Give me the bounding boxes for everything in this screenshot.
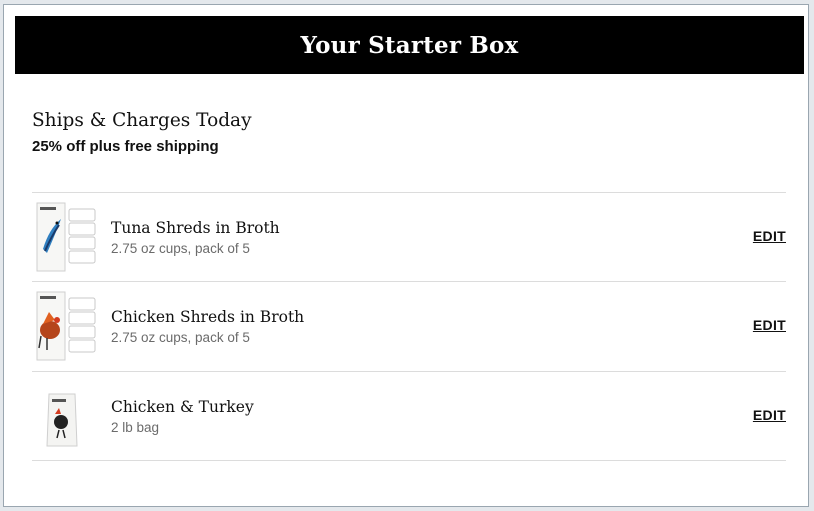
tuna-product-icon — [36, 202, 96, 272]
list-item: Chicken & Turkey 2 lb bag EDIT — [32, 372, 786, 460]
item-name: Chicken & Turkey — [111, 398, 254, 416]
page-title: Your Starter Box — [300, 31, 519, 59]
section-title: Ships & Charges Today — [32, 110, 252, 131]
item-name: Chicken Shreds in Broth — [111, 308, 305, 326]
edit-button[interactable]: EDIT — [753, 407, 786, 423]
chicken-product-icon — [36, 291, 96, 361]
item-name: Tuna Shreds in Broth — [111, 219, 280, 237]
list-item: Tuna Shreds in Broth 2.75 oz cups, pack … — [32, 193, 786, 281]
item-description: 2 lb bag — [111, 420, 160, 435]
header-bar: Your Starter Box — [15, 16, 804, 74]
item-description: 2.75 oz cups, pack of 5 — [111, 330, 250, 345]
edit-button[interactable]: EDIT — [753, 228, 786, 244]
section-subtitle: 25% off plus free shipping — [32, 138, 219, 155]
divider — [32, 460, 786, 461]
starter-box-panel: Your Starter Box Ships & Charges Today 2… — [3, 4, 809, 507]
list-item: Chicken Shreds in Broth 2.75 oz cups, pa… — [32, 282, 786, 370]
kibble-bag-icon — [46, 393, 78, 447]
edit-button[interactable]: EDIT — [753, 317, 786, 333]
item-description: 2.75 oz cups, pack of 5 — [111, 241, 250, 256]
